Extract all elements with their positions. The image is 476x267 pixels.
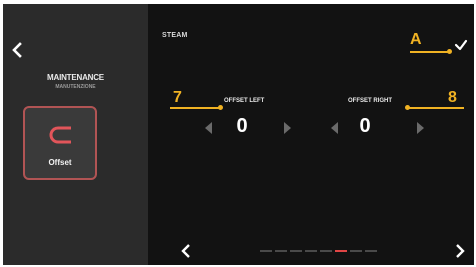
device-screen: MAINTENANCE MANUTENZIONE Offset STEAM A …: [3, 4, 474, 265]
page-dot: [290, 250, 302, 252]
page-dot-active: [335, 250, 347, 252]
offset-right-increase-button[interactable]: [417, 122, 424, 134]
callout-8-label: 8: [448, 89, 457, 106]
chevron-right-icon[interactable]: [454, 244, 466, 258]
section-title: STEAM: [162, 32, 188, 39]
sidebar: MAINTENANCE MANUTENZIONE Offset: [3, 4, 148, 265]
chevron-left-icon[interactable]: [180, 244, 192, 258]
callout-7-line: [170, 107, 220, 109]
offset-tile-label: Offset: [48, 158, 72, 167]
sidebar-title: MAINTENANCE: [47, 73, 104, 82]
page-dot: [365, 250, 377, 252]
callout-7-label: 7: [173, 89, 182, 106]
offset-icon: [49, 126, 71, 144]
page-indicator: [260, 250, 380, 253]
callout-8-dot: [405, 105, 410, 110]
offset-right-label: OFFSET RIGHT: [348, 98, 392, 104]
callout-a-label: A: [410, 31, 422, 48]
chevron-left-icon[interactable]: [9, 42, 25, 58]
offset-tile[interactable]: Offset: [23, 106, 97, 180]
page-dot: [260, 250, 272, 252]
callout-8-line: [408, 107, 464, 109]
offset-right-value: 0: [359, 115, 371, 137]
device-frame: MAINTENANCE MANUTENZIONE Offset STEAM A …: [0, 0, 476, 267]
callout-a-line: [410, 51, 450, 53]
offset-left-decrease-button[interactable]: [205, 122, 212, 134]
page-dot: [305, 250, 317, 252]
offset-left-value: 0: [236, 115, 248, 137]
page-dot: [320, 250, 332, 252]
check-icon[interactable]: [454, 38, 468, 52]
offset-right-decrease-button[interactable]: [331, 122, 338, 134]
sidebar-subtitle: MANUTENZIONE: [55, 84, 96, 90]
callout-a-dot: [447, 49, 452, 54]
callout-7-dot: [218, 105, 223, 110]
page-dot: [275, 250, 287, 252]
offset-left-label: OFFSET LEFT: [224, 98, 265, 104]
offset-left-increase-button[interactable]: [284, 122, 291, 134]
main-panel: STEAM A OFFSET LEFT 0 7 OFFSET RIGHT 0 8: [148, 4, 474, 265]
page-dot: [350, 250, 362, 252]
